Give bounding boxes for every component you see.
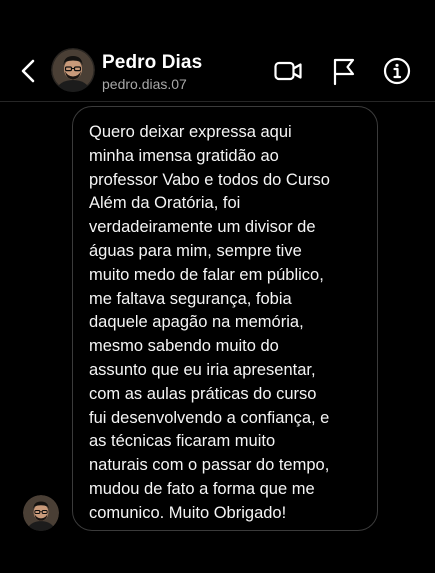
report-flag-button[interactable] — [329, 56, 359, 86]
info-button[interactable] — [382, 56, 412, 86]
info-icon — [383, 57, 411, 85]
message-text: Quero deixar expressa aqui minha imensa … — [89, 123, 330, 522]
back-button[interactable] — [14, 56, 42, 86]
chevron-left-icon — [21, 59, 35, 83]
message-bubble[interactable]: Quero deixar expressa aqui minha imensa … — [72, 106, 378, 531]
avatar-image — [51, 48, 95, 92]
video-camera-icon — [274, 61, 302, 81]
contact-name[interactable]: Pedro Dias — [102, 52, 202, 74]
sender-avatar-image — [23, 495, 59, 531]
video-call-button[interactable] — [273, 56, 303, 86]
sender-avatar[interactable] — [23, 495, 59, 531]
avatar[interactable] — [51, 48, 95, 92]
chat-header: Pedro Dias pedro.dias.07 — [0, 0, 435, 102]
contact-username: pedro.dias.07 — [102, 76, 187, 92]
flag-icon — [333, 58, 355, 86]
